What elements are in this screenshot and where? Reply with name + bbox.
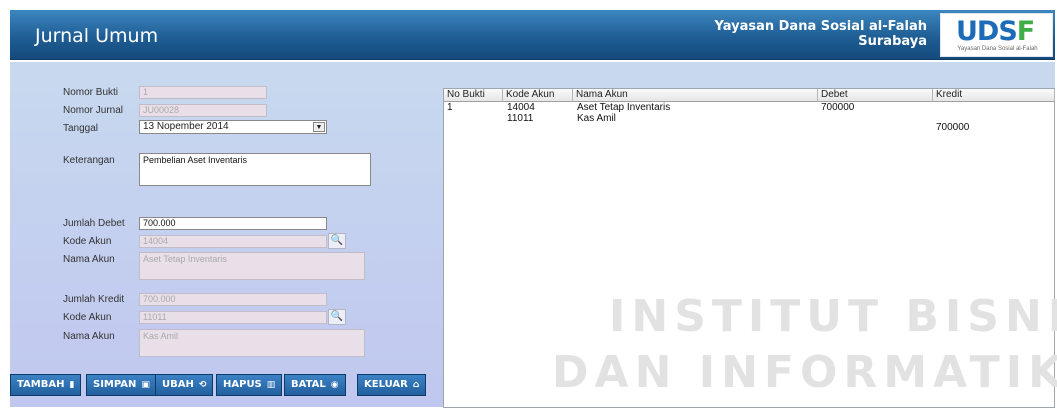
page-title: Jurnal Umum [35,25,159,47]
trash-icon: ▥ [266,380,276,390]
cancel-icon: ◉ [330,380,339,390]
keterangan-label: Keterangan [63,155,115,166]
tanggal-value: 13 Nopember 2014 [143,121,229,132]
magnifier-icon: 🔍 [330,311,344,322]
tambah-label: TAMBAH [17,379,65,390]
jumlah-kredit-label: Jumlah Kredit [63,294,125,305]
cell-nama-akun: Kas Amil [577,113,616,124]
nama-akun-debet-label: Nama Akun [63,254,115,265]
nama-akun-debet-field[interactable]: Aset Tetap Inventaris [139,252,365,280]
home-icon: ⌂ [412,380,420,390]
keluar-label: KELUAR [364,379,408,390]
jumlah-debet-label: Jumlah Debet [63,218,125,229]
jumlah-kredit-field[interactable]: 700.000 [139,293,327,306]
cell-nama-akun: Aset Tetap Inventaris [577,102,671,113]
kode-akun-kredit-label: Kode Akun [63,312,112,323]
nomor-jurnal-label: Nomor Jurnal [63,105,124,116]
logo-mark: UDSF [956,16,1035,47]
org-name-line1: Yayasan Dana Sosial al-Falah [714,19,928,34]
batal-button[interactable]: BATAL ◉ [284,374,346,396]
nomor-bukti-label: Nomor Bukti [63,87,119,98]
journal-table: INSTITUT BISNIS DAN INFORMATIKA No Bukti… [443,88,1057,408]
column-header-nama-akun[interactable]: Nama Akun [573,89,818,102]
hapus-button[interactable]: HAPUS ▥ [216,374,283,396]
organization-name: Yayasan Dana Sosial al-Falah Surabaya [715,19,928,49]
refresh-icon: ⟲ [198,380,207,390]
magnifier-icon: 🔍 [330,235,344,246]
ydsf-logo: UDSF Yayasan Dana Sosial al-Falah [940,13,1053,57]
column-header-debet[interactable]: Debet [818,89,933,102]
kode-akun-debet-field[interactable]: 14004 [139,235,327,248]
cell-kredit: 700000 [936,122,970,133]
nomor-bukti-field[interactable]: 1 [139,86,267,99]
nomor-jurnal-field[interactable]: JU00028 [139,104,267,117]
kode-akun-debet-label: Kode Akun [63,236,112,247]
simpan-button[interactable]: SIMPAN ▣ [86,374,157,396]
batal-label: BATAL [291,379,326,390]
keluar-button[interactable]: KELUAR ⌂ [357,374,427,396]
cell-kode-akun: 14004 [507,102,535,113]
tanggal-label: Tanggal [63,123,99,134]
header-bar: Jurnal Umum Yayasan Dana Sosial al-Falah… [10,10,1055,60]
ubah-button[interactable]: UBAH ⟲ [155,374,214,396]
column-header-no-bukti[interactable]: No Bukti [444,89,503,102]
nama-akun-kredit-field[interactable]: Kas Amil [139,329,365,357]
hapus-label: HAPUS [223,379,262,390]
column-header-kredit[interactable]: Kredit [933,89,1055,102]
org-name-line2: Surabaya [858,34,927,49]
watermark-line1: INSTITUT BISNIS [609,291,1057,342]
chevron-down-icon[interactable]: ▼ [313,122,325,132]
jumlah-debet-input[interactable]: 700.000 [139,217,327,230]
cell-kode-akun: 11011 [507,113,534,124]
new-document-icon: ▮ [69,380,75,390]
save-icon: ▣ [141,380,150,390]
cell-debet: 700000 [821,102,855,113]
column-header-kode-akun[interactable]: Kode Akun [503,89,573,102]
search-akun-kredit-button[interactable]: 🔍 [328,309,346,325]
keterangan-textarea[interactable]: Pembelian Aset Inventaris [139,153,371,186]
logo-subtitle: Yayasan Dana Sosial al-Falah [957,46,1038,52]
search-akun-debet-button[interactable]: 🔍 [328,233,346,249]
tambah-button[interactable]: TAMBAH ▮ [10,374,82,396]
tanggal-date-picker[interactable]: 13 Nopember 2014 ▼ [139,120,327,134]
ubah-label: UBAH [162,379,194,390]
simpan-label: SIMPAN [93,379,137,390]
watermark-line2: DAN INFORMATIKA [552,347,1057,398]
kode-akun-kredit-field[interactable]: 11011 [139,311,327,324]
cell-no-bukti: 1 [447,102,453,113]
nama-akun-kredit-label: Nama Akun [63,331,115,342]
